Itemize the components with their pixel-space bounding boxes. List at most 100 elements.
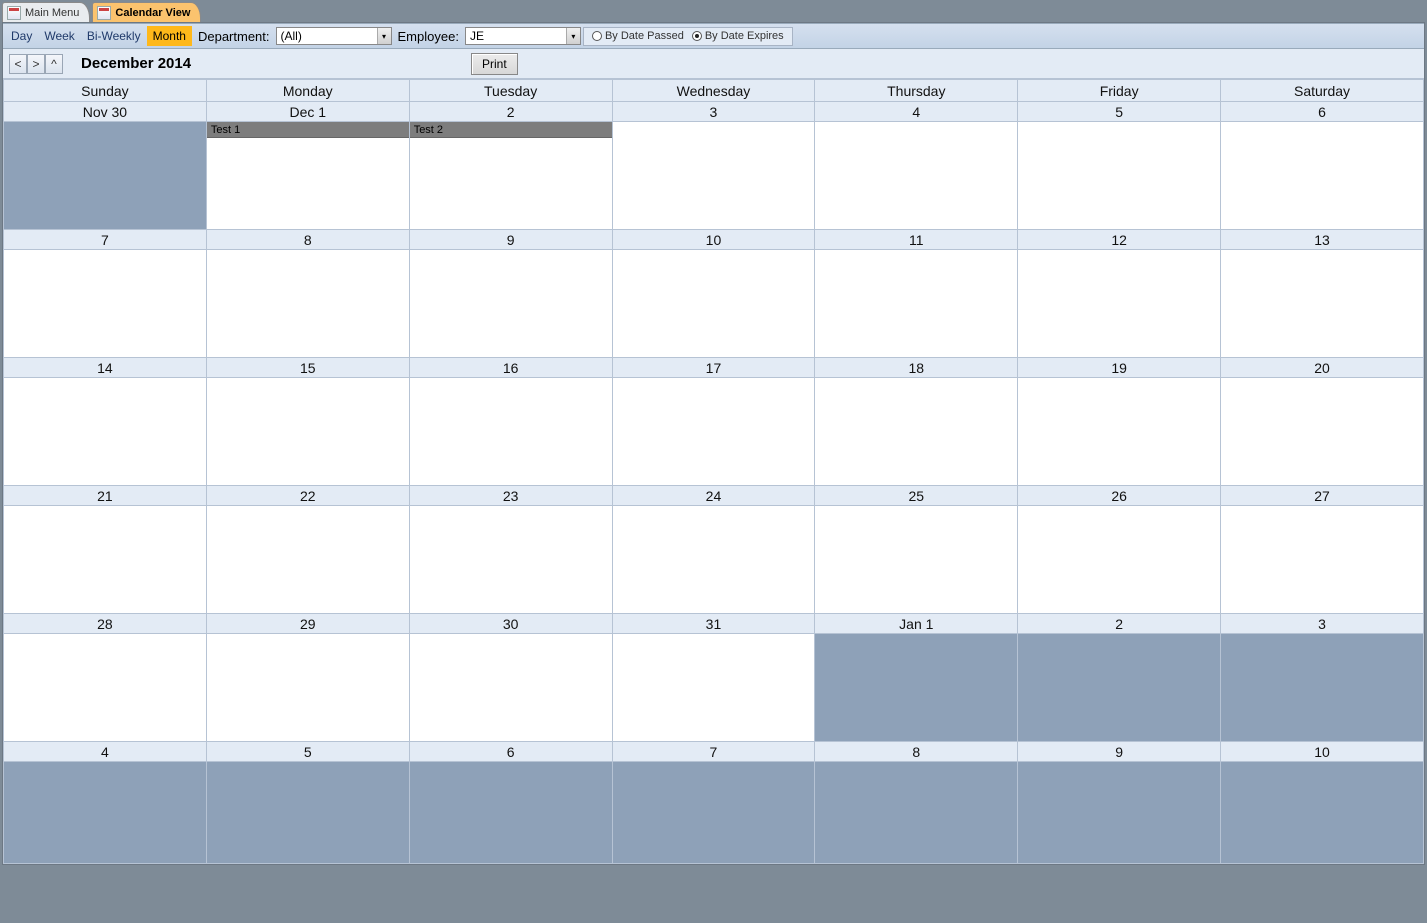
date-number-cell[interactable]: 11 xyxy=(815,230,1018,250)
date-number-cell[interactable]: 10 xyxy=(1221,742,1424,762)
date-number-cell[interactable]: 17 xyxy=(612,358,815,378)
day-cell[interactable] xyxy=(612,122,815,230)
day-cell[interactable] xyxy=(409,378,612,486)
day-cell[interactable] xyxy=(4,634,207,742)
date-number-cell[interactable]: 4 xyxy=(4,742,207,762)
day-cell[interactable] xyxy=(815,122,1018,230)
date-number-cell[interactable]: 4 xyxy=(815,102,1018,122)
date-number-cell[interactable]: Jan 1 xyxy=(815,614,1018,634)
day-cell[interactable] xyxy=(815,506,1018,614)
date-number-cell[interactable]: 14 xyxy=(4,358,207,378)
date-number-cell[interactable]: 10 xyxy=(612,230,815,250)
view-biweekly-button[interactable]: Bi-Weekly xyxy=(81,26,147,46)
radio-by-date-passed[interactable]: By Date Passed xyxy=(592,30,684,42)
date-number-cell[interactable]: 6 xyxy=(409,742,612,762)
day-cell[interactable] xyxy=(1221,506,1424,614)
day-cell[interactable] xyxy=(409,762,612,864)
date-number-cell[interactable]: 24 xyxy=(612,486,815,506)
day-cell[interactable] xyxy=(1221,122,1424,230)
date-number-cell[interactable]: Dec 1 xyxy=(206,102,409,122)
next-button[interactable]: > xyxy=(27,54,45,74)
calendar-event[interactable]: Test 1 xyxy=(207,122,409,138)
day-cell[interactable] xyxy=(206,378,409,486)
tab-main-menu[interactable]: Main Menu xyxy=(2,2,90,22)
day-cell[interactable] xyxy=(206,762,409,864)
date-number-cell[interactable]: 5 xyxy=(1018,102,1221,122)
date-number-cell[interactable]: 2 xyxy=(409,102,612,122)
date-number-cell[interactable]: 25 xyxy=(815,486,1018,506)
date-number-cell[interactable]: 9 xyxy=(409,230,612,250)
day-cell[interactable] xyxy=(206,250,409,358)
up-button[interactable]: ^ xyxy=(45,54,63,74)
date-number-cell[interactable]: 3 xyxy=(1221,614,1424,634)
day-cell[interactable] xyxy=(1221,250,1424,358)
view-day-button[interactable]: Day xyxy=(5,26,38,46)
date-number-cell[interactable]: 29 xyxy=(206,614,409,634)
date-number-cell[interactable]: 8 xyxy=(206,230,409,250)
date-number-cell[interactable]: 2 xyxy=(1018,614,1221,634)
day-cell[interactable] xyxy=(1018,506,1221,614)
date-number-cell[interactable]: 22 xyxy=(206,486,409,506)
date-number-cell[interactable]: 21 xyxy=(4,486,207,506)
day-cell[interactable] xyxy=(1221,378,1424,486)
prev-button[interactable]: < xyxy=(9,54,27,74)
radio-by-date-expires[interactable]: By Date Expires xyxy=(692,30,784,42)
date-number-cell[interactable]: 9 xyxy=(1018,742,1221,762)
day-cell[interactable] xyxy=(815,762,1018,864)
date-number-cell[interactable]: 6 xyxy=(1221,102,1424,122)
day-cell[interactable] xyxy=(815,250,1018,358)
day-cell[interactable]: Test 2 xyxy=(409,122,612,230)
date-number-cell[interactable]: 28 xyxy=(4,614,207,634)
day-cell[interactable] xyxy=(4,122,207,230)
day-cell[interactable] xyxy=(206,506,409,614)
view-week-button[interactable]: Week xyxy=(38,26,80,46)
day-cell[interactable] xyxy=(612,378,815,486)
day-cell[interactable] xyxy=(409,634,612,742)
tab-calendar-view[interactable]: Calendar View xyxy=(92,2,201,22)
day-cell[interactable] xyxy=(1221,634,1424,742)
date-number-cell[interactable]: 23 xyxy=(409,486,612,506)
date-number-cell[interactable]: 16 xyxy=(409,358,612,378)
day-cell[interactable]: Test 1 xyxy=(206,122,409,230)
chevron-down-icon[interactable]: ▾ xyxy=(377,28,391,44)
day-cell[interactable] xyxy=(612,506,815,614)
day-cell[interactable] xyxy=(815,378,1018,486)
date-number-cell[interactable]: 8 xyxy=(815,742,1018,762)
day-cell[interactable] xyxy=(1018,122,1221,230)
department-combo[interactable]: ▾ xyxy=(276,27,392,45)
day-cell[interactable] xyxy=(815,634,1018,742)
day-cell[interactable] xyxy=(409,250,612,358)
employee-combo[interactable]: ▾ xyxy=(465,27,581,45)
day-cell[interactable] xyxy=(206,634,409,742)
day-cell[interactable] xyxy=(4,378,207,486)
department-input[interactable] xyxy=(277,28,377,44)
date-number-cell[interactable]: 20 xyxy=(1221,358,1424,378)
day-cell[interactable] xyxy=(4,250,207,358)
day-cell[interactable] xyxy=(612,250,815,358)
date-number-cell[interactable]: Nov 30 xyxy=(4,102,207,122)
day-cell[interactable] xyxy=(1018,634,1221,742)
date-number-cell[interactable]: 7 xyxy=(4,230,207,250)
day-cell[interactable] xyxy=(612,762,815,864)
view-month-button[interactable]: Month xyxy=(147,26,192,46)
date-number-cell[interactable]: 12 xyxy=(1018,230,1221,250)
day-cell[interactable] xyxy=(1018,378,1221,486)
date-number-cell[interactable]: 7 xyxy=(612,742,815,762)
date-number-cell[interactable]: 19 xyxy=(1018,358,1221,378)
date-number-cell[interactable]: 30 xyxy=(409,614,612,634)
day-cell[interactable] xyxy=(1221,762,1424,864)
date-number-cell[interactable]: 5 xyxy=(206,742,409,762)
date-number-cell[interactable]: 27 xyxy=(1221,486,1424,506)
day-cell[interactable] xyxy=(4,762,207,864)
chevron-down-icon[interactable]: ▾ xyxy=(566,28,580,44)
calendar-event[interactable]: Test 2 xyxy=(410,122,612,138)
date-number-cell[interactable]: 13 xyxy=(1221,230,1424,250)
print-button[interactable]: Print xyxy=(471,53,518,75)
day-cell[interactable] xyxy=(409,506,612,614)
day-cell[interactable] xyxy=(1018,762,1221,864)
date-number-cell[interactable]: 15 xyxy=(206,358,409,378)
employee-input[interactable] xyxy=(466,28,566,44)
day-cell[interactable] xyxy=(612,634,815,742)
date-number-cell[interactable]: 18 xyxy=(815,358,1018,378)
day-cell[interactable] xyxy=(4,506,207,614)
